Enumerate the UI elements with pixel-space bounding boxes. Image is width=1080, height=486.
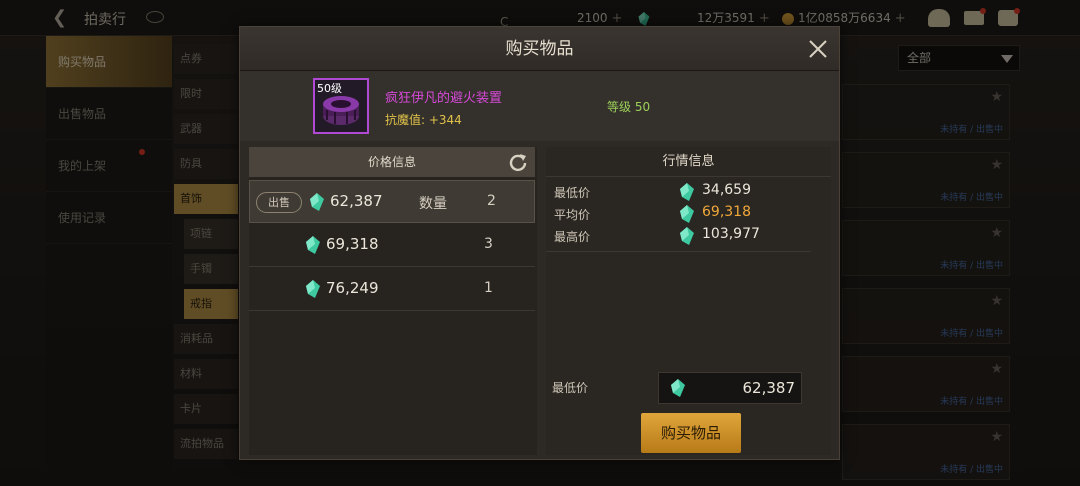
buy-button[interactable]: 购买物品 <box>641 413 741 453</box>
market-row-average: 平均价 69,318 <box>546 203 831 225</box>
price-value: 62,387 <box>330 192 383 210</box>
buy-item-dialog: 购买物品 50级 疯狂伊凡的避火装置 抗魔值: +344 等级 50 价格信息 … <box>239 26 840 460</box>
gem-icon <box>310 193 324 211</box>
quantity-value: 1 <box>484 280 493 296</box>
min-price-field[interactable]: 62,387 <box>658 372 802 404</box>
market-info-panel: 行情信息 最低价 34,659 平均价 69,318 最高价 103,977 最… <box>546 147 831 455</box>
min-price-label: 最低价 <box>552 381 589 395</box>
price-row[interactable]: 76,249 1 <box>249 268 535 311</box>
quantity-value: 3 <box>484 236 493 252</box>
price-info-panel: 价格信息 出售 62,387 数量 2 69,318 3 76,249 1 <box>249 147 537 455</box>
min-price-value: 62,387 <box>742 379 796 397</box>
quantity-value: 2 <box>487 193 496 209</box>
market-value: 34,659 <box>702 182 751 198</box>
price-row[interactable]: 出售 62,387 数量 2 <box>249 180 535 223</box>
refresh-icon[interactable] <box>508 152 528 172</box>
gem-icon <box>671 379 685 397</box>
item-name: 疯狂伊凡的避火装置 <box>385 91 503 106</box>
gem-icon <box>306 236 320 254</box>
sell-tag: 出售 <box>256 192 302 213</box>
market-value: 103,977 <box>702 226 760 242</box>
market-row-highest: 最高价 103,977 <box>546 225 831 247</box>
price-value: 76,249 <box>326 279 379 297</box>
item-stat: 抗魔值: +344 <box>385 113 462 127</box>
divider <box>546 251 811 252</box>
price-row[interactable]: 69,318 3 <box>249 224 535 267</box>
market-label: 最高价 <box>554 230 591 244</box>
dialog-title: 购买物品 <box>505 39 574 59</box>
gem-icon <box>680 183 694 201</box>
quantity-label: 数量 <box>419 196 447 212</box>
market-info-title: 行情信息 <box>546 147 831 177</box>
dialog-header: 购买物品 <box>240 27 839 71</box>
item-level-badge: 50级 <box>317 82 342 95</box>
gem-icon <box>306 280 320 298</box>
market-label: 最低价 <box>554 186 591 200</box>
price-info-title: 价格信息 <box>367 155 416 169</box>
market-value: 69,318 <box>702 204 751 220</box>
market-label: 平均价 <box>554 208 591 222</box>
item-icon[interactable]: 50级 <box>313 78 369 134</box>
gem-icon <box>680 227 694 245</box>
price-info-header: 价格信息 <box>249 147 535 177</box>
gem-icon <box>680 205 694 223</box>
market-row-lowest: 最低价 34,659 <box>546 181 831 203</box>
close-icon[interactable] <box>806 37 830 61</box>
item-summary: 50级 疯狂伊凡的避火装置 抗魔值: +344 等级 50 <box>240 71 839 141</box>
price-value: 69,318 <box>326 235 379 253</box>
item-level: 等级 50 <box>607 100 651 114</box>
